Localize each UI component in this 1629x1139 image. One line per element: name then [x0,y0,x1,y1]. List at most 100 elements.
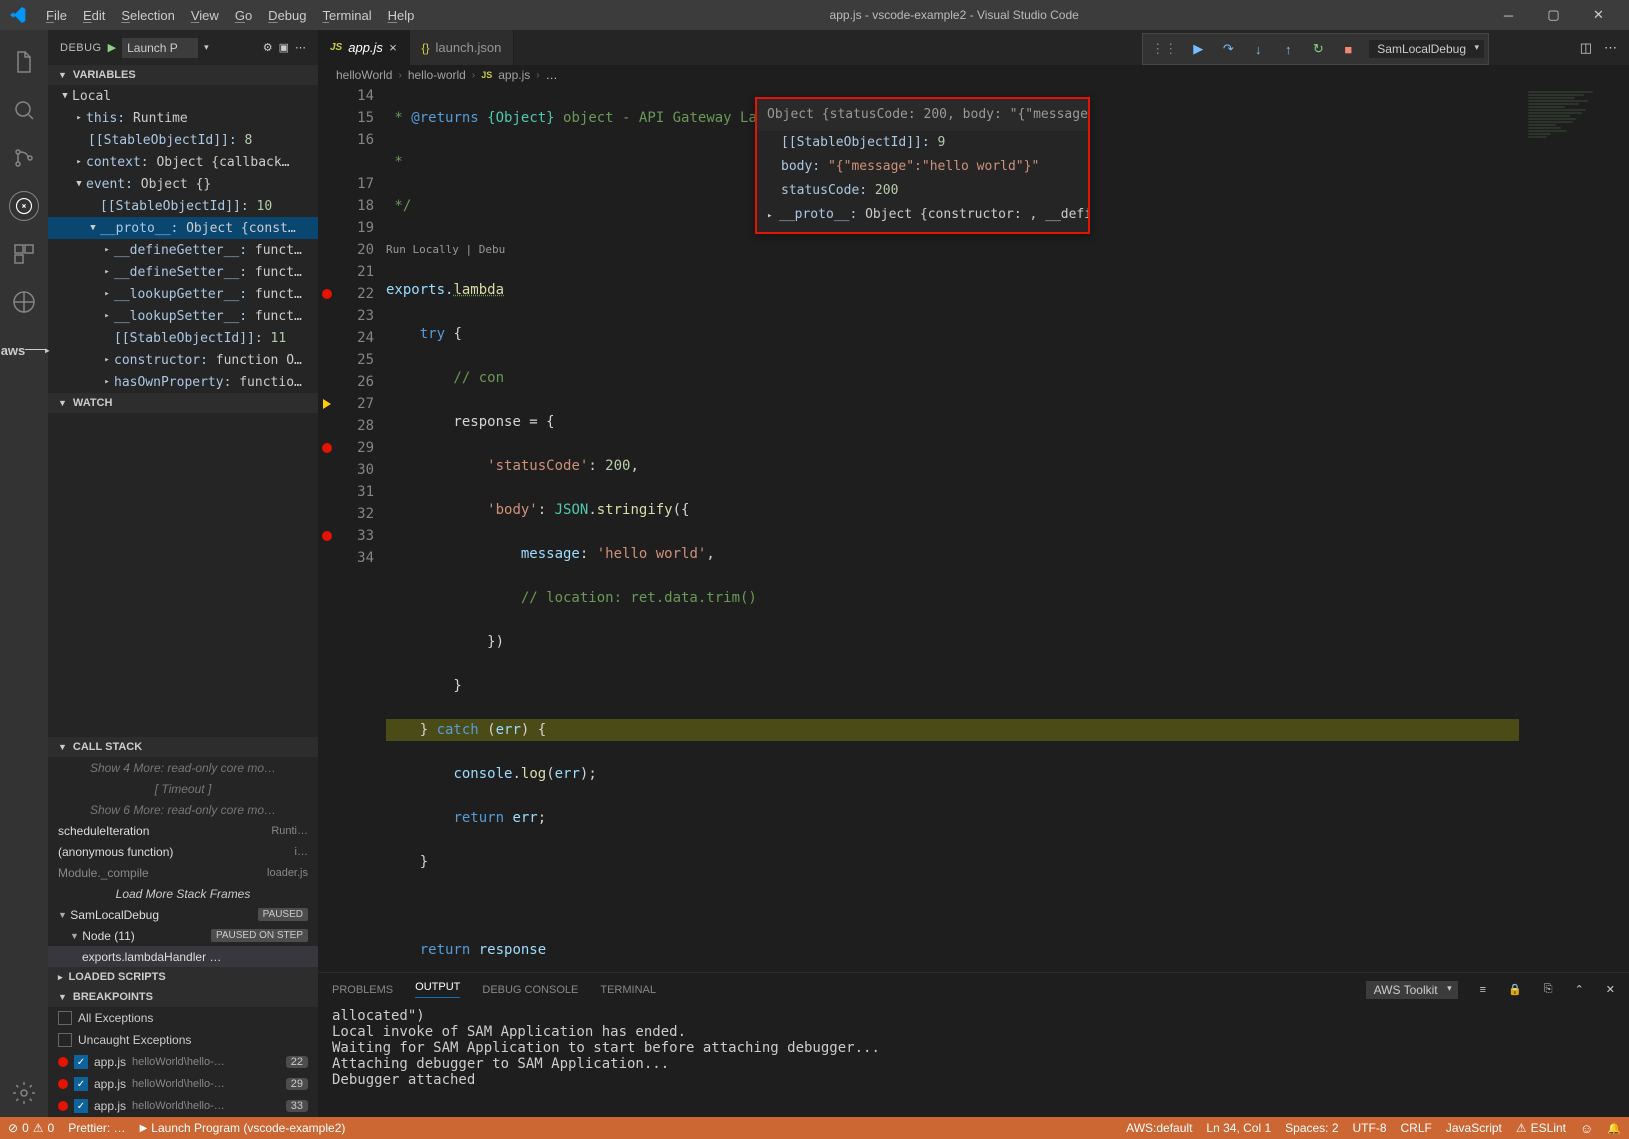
bp-item-1[interactable]: ✓app.jshelloWorld\hello-…22 [48,1051,318,1073]
breakpoints-header[interactable]: ▼BREAKPOINTS [48,987,318,1007]
output-body[interactable]: allocated") Local invoke of SAM Applicat… [318,1006,1629,1117]
stack-current-frame[interactable]: exports.lambdaHandler … [48,946,318,967]
breadcrumb-item[interactable]: hello-world [408,68,466,82]
breadcrumb-item[interactable]: app.js [498,68,530,82]
step-over-button[interactable]: ↷ [1215,37,1241,61]
checkbox-icon[interactable]: ✓ [74,1099,88,1113]
drag-handle-icon[interactable]: ⋮⋮ [1147,41,1181,57]
var-definesetter[interactable]: ▸__defineSetter__: funct… [48,261,318,283]
remote-icon[interactable] [0,278,48,326]
debug-settings-icon[interactable]: ⚙ [263,41,273,54]
hover-row[interactable]: ▸__proto__: Object {constructor: , __def… [757,203,1088,228]
breakpoint-glyph-icon[interactable] [322,531,332,541]
tab-app-js[interactable]: JSapp.js× [318,30,410,65]
breadcrumb-item[interactable]: … [546,68,558,82]
var-proto[interactable]: ▼__proto__: Object {const… [48,217,318,239]
close-button[interactable]: ✕ [1576,0,1621,30]
stack-frame-2[interactable]: (anonymous function)i… [48,841,318,862]
checkbox-icon[interactable]: ✓ [74,1077,88,1091]
debug-hover-popup[interactable]: Object {statusCode: 200, body: "{"messag… [755,97,1090,234]
panel-maximize-icon[interactable]: ⌃ [1575,983,1584,996]
menu-terminal[interactable]: Terminal [314,8,379,23]
status-errors[interactable]: 00 [8,1121,54,1135]
status-encoding[interactable]: UTF-8 [1353,1121,1387,1135]
bp-uncaught-exceptions[interactable]: Uncaught Exceptions [48,1029,318,1051]
panel-close-icon[interactable]: ✕ [1606,983,1615,996]
menu-edit[interactable]: Edit [75,8,113,23]
var-hasownproperty[interactable]: ▸hasOwnProperty: functio… [48,371,318,393]
menu-debug[interactable]: Debug [260,8,314,23]
stack-frame-3[interactable]: Module._compileloader.js [48,862,318,883]
status-aws[interactable]: AWS:default [1126,1121,1192,1135]
status-spaces[interactable]: Spaces: 2 [1285,1121,1338,1135]
output-channel-select[interactable]: AWS Toolkit [1366,981,1458,999]
loaded-scripts-header[interactable]: ▸LOADED SCRIPTS [48,967,318,987]
checkbox-icon[interactable] [58,1033,72,1047]
debug-floating-toolbar[interactable]: ⋮⋮ ▶ ↷ ↓ ↑ ↻ ■ SamLocalDebug [1142,33,1489,65]
stack-load-more[interactable]: Load More Stack Frames [48,883,318,904]
checkbox-icon[interactable]: ✓ [74,1055,88,1069]
stack-show-more-4[interactable]: Show 4 More: read-only core mo… [48,757,318,778]
step-into-button[interactable]: ↓ [1245,37,1271,61]
var-this[interactable]: ▸this: Runtime [48,107,318,129]
open-log-icon[interactable]: ⎘ [1544,983,1553,996]
menu-help[interactable]: Help [380,8,423,23]
stack-node[interactable]: ▼ Node (11)PAUSED ON STEP [48,925,318,946]
code-editor[interactable]: 141516 171819202122232425262728293031323… [318,85,1519,972]
menu-go[interactable]: Go [227,8,260,23]
minimize-button[interactable]: ─ [1486,0,1531,30]
stack-show-more-6[interactable]: Show 6 More: read-only core mo… [48,799,318,820]
more-actions-icon[interactable]: ⋯ [1604,40,1617,56]
feedback-icon[interactable] [1580,1121,1593,1136]
bp-item-3[interactable]: ✓app.jshelloWorld\hello-…33 [48,1095,318,1117]
stop-button[interactable]: ■ [1335,37,1361,61]
watch-header[interactable]: ▼WATCH [48,393,318,413]
maximize-button[interactable]: ▢ [1531,0,1576,30]
menu-selection[interactable]: Selection [113,8,182,23]
close-icon[interactable]: × [389,40,397,55]
scope-local[interactable]: ▼Local [48,85,318,107]
breakpoint-glyph-icon[interactable] [322,443,332,453]
var-lookupgetter[interactable]: ▸__lookupGetter__: funct… [48,283,318,305]
var-stable-1[interactable]: [[StableObjectId]]: 8 [48,129,318,151]
minimap[interactable] [1519,85,1629,972]
tab-launch-json[interactable]: {}launch.json [410,30,515,65]
explorer-icon[interactable] [0,38,48,86]
status-eslint[interactable]: ESLint [1516,1121,1566,1135]
hover-row[interactable]: body: "{"message":"hello world"}" [757,155,1088,179]
debug-console-icon[interactable]: ▣ [279,41,289,54]
var-stable-3[interactable]: [[StableObjectId]]: 11 [48,327,318,349]
clear-output-icon[interactable]: ≡ [1480,984,1486,996]
panel-tab-debug-console[interactable]: DEBUG CONSOLE [482,984,578,996]
var-definegetter[interactable]: ▸__defineGetter__: funct… [48,239,318,261]
hover-row[interactable]: [[StableObjectId]]: 9 [757,131,1088,155]
panel-tab-output[interactable]: OUTPUT [415,981,460,998]
variables-header[interactable]: ▼VARIABLES [48,65,318,85]
stack-thread-group[interactable]: ▼ SamLocalDebugPAUSED [48,904,318,925]
hover-row[interactable]: statusCode: 200 [757,179,1088,203]
notifications-icon[interactable] [1607,1122,1621,1135]
var-context[interactable]: ▸context: Object {callback… [48,151,318,173]
menu-file[interactable]: FFileile [38,8,75,23]
var-stable-2[interactable]: [[StableObjectId]]: 10 [48,195,318,217]
codelens-debug[interactable]: Debu [479,243,506,256]
continue-button[interactable]: ▶ [1185,37,1211,61]
stack-frame-1[interactable]: scheduleIterationRunti… [48,820,318,841]
start-debug-button[interactable]: ▶ [108,41,116,54]
debug-config-select[interactable]: Launch P [122,38,198,58]
status-prettier[interactable]: Prettier: … [68,1121,125,1135]
restart-button[interactable]: ↻ [1305,37,1331,61]
step-out-button[interactable]: ↑ [1275,37,1301,61]
bp-item-2[interactable]: ✓app.jshelloWorld\hello-…29 [48,1073,318,1095]
menu-view[interactable]: View [183,8,227,23]
panel-tab-problems[interactable]: PROBLEMS [332,984,393,996]
status-launch[interactable]: ▶Launch Program (vscode-example2) [140,1121,346,1135]
status-lncol[interactable]: Ln 34, Col 1 [1206,1121,1271,1135]
codelens-run[interactable]: Run Locally [386,243,459,256]
breakpoint-glyph-icon[interactable] [322,289,332,299]
breadcrumb-item[interactable]: helloWorld [336,68,392,82]
source-control-icon[interactable] [0,134,48,182]
var-lookupsetter[interactable]: ▸__lookupSetter__: funct… [48,305,318,327]
more-icon[interactable]: ⋯ [295,41,306,54]
breadcrumbs[interactable]: helloWorld› hello-world› JSapp.js› … [318,65,1629,85]
